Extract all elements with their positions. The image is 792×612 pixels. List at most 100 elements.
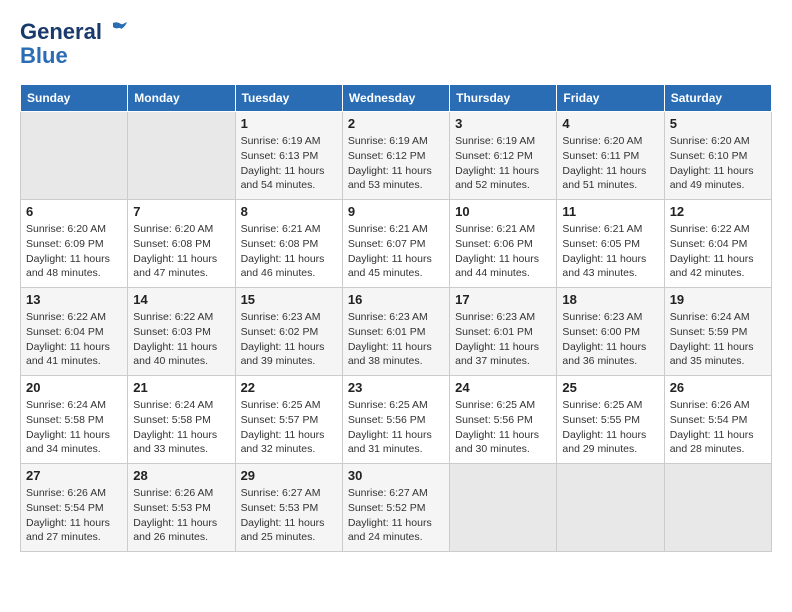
day-number: 28 xyxy=(133,468,229,483)
calendar-cell xyxy=(21,112,128,200)
calendar-cell: 18 Sunrise: 6:23 AM Sunset: 6:00 PM Dayli… xyxy=(557,288,664,376)
day-number: 11 xyxy=(562,204,658,219)
calendar-cell xyxy=(128,112,235,200)
calendar-cell: 25 Sunrise: 6:25 AM Sunset: 5:55 PM Dayli… xyxy=(557,376,664,464)
day-info: Sunrise: 6:27 AM Sunset: 5:52 PM Dayligh… xyxy=(348,486,444,545)
day-number: 10 xyxy=(455,204,551,219)
day-info: Sunrise: 6:19 AM Sunset: 6:13 PM Dayligh… xyxy=(241,134,337,193)
calendar-cell: 13 Sunrise: 6:22 AM Sunset: 6:04 PM Dayli… xyxy=(21,288,128,376)
day-info: Sunrise: 6:21 AM Sunset: 6:08 PM Dayligh… xyxy=(241,222,337,281)
day-number: 19 xyxy=(670,292,766,307)
calendar-cell: 19 Sunrise: 6:24 AM Sunset: 5:59 PM Dayli… xyxy=(664,288,771,376)
day-number: 26 xyxy=(670,380,766,395)
day-info: Sunrise: 6:24 AM Sunset: 5:58 PM Dayligh… xyxy=(26,398,122,457)
calendar-cell: 12Sunrise: 6:22 AM Sunset: 6:04 PM Dayli… xyxy=(664,200,771,288)
day-info: Sunrise: 6:20 AM Sunset: 6:10 PM Dayligh… xyxy=(670,134,766,193)
day-number: 30 xyxy=(348,468,444,483)
day-info: Sunrise: 6:26 AM Sunset: 5:54 PM Dayligh… xyxy=(26,486,122,545)
day-info: Sunrise: 6:25 AM Sunset: 5:56 PM Dayligh… xyxy=(348,398,444,457)
day-header-saturday: Saturday xyxy=(664,85,771,112)
logo: General Blue xyxy=(20,20,127,68)
calendar-cell: 14 Sunrise: 6:22 AM Sunset: 6:03 PM Dayli… xyxy=(128,288,235,376)
calendar-table: SundayMondayTuesdayWednesdayThursdayFrid… xyxy=(20,84,772,552)
day-info: Sunrise: 6:26 AM Sunset: 5:54 PM Dayligh… xyxy=(670,398,766,457)
day-info: Sunrise: 6:21 AM Sunset: 6:05 PM Dayligh… xyxy=(562,222,658,281)
calendar-cell: 27 Sunrise: 6:26 AM Sunset: 5:54 PM Dayli… xyxy=(21,464,128,552)
day-info: Sunrise: 6:24 AM Sunset: 5:59 PM Dayligh… xyxy=(670,310,766,369)
day-info: Sunrise: 6:22 AM Sunset: 6:04 PM Dayligh… xyxy=(26,310,122,369)
day-info: Sunrise: 6:22 AM Sunset: 6:04 PM Dayligh… xyxy=(670,222,766,281)
day-info: Sunrise: 6:19 AM Sunset: 6:12 PM Dayligh… xyxy=(455,134,551,193)
calendar-cell xyxy=(664,464,771,552)
day-number: 21 xyxy=(133,380,229,395)
calendar-cell: 11 Sunrise: 6:21 AM Sunset: 6:05 PM Dayli… xyxy=(557,200,664,288)
day-number: 2 xyxy=(348,116,444,131)
calendar-cell: 26 Sunrise: 6:26 AM Sunset: 5:54 PM Dayli… xyxy=(664,376,771,464)
logo-general: General xyxy=(20,20,127,44)
calendar-cell: 15 Sunrise: 6:23 AM Sunset: 6:02 PM Dayli… xyxy=(235,288,342,376)
calendar-cell: 1Sunrise: 6:19 AM Sunset: 6:13 PM Daylig… xyxy=(235,112,342,200)
calendar-cell: 28 Sunrise: 6:26 AM Sunset: 5:53 PM Dayli… xyxy=(128,464,235,552)
calendar-cell: 9 Sunrise: 6:21 AM Sunset: 6:07 PM Daylig… xyxy=(342,200,449,288)
calendar-cell: 10 Sunrise: 6:21 AM Sunset: 6:06 PM Dayli… xyxy=(450,200,557,288)
day-number: 14 xyxy=(133,292,229,307)
day-number: 9 xyxy=(348,204,444,219)
calendar-cell: 3Sunrise: 6:19 AM Sunset: 6:12 PM Daylig… xyxy=(450,112,557,200)
calendar-week-row: 13 Sunrise: 6:22 AM Sunset: 6:04 PM Dayli… xyxy=(21,288,772,376)
day-number: 13 xyxy=(26,292,122,307)
day-number: 23 xyxy=(348,380,444,395)
calendar-cell: 4 Sunrise: 6:20 AM Sunset: 6:11 PM Daylig… xyxy=(557,112,664,200)
day-info: Sunrise: 6:23 AM Sunset: 6:00 PM Dayligh… xyxy=(562,310,658,369)
day-number: 7 xyxy=(133,204,229,219)
day-number: 25 xyxy=(562,380,658,395)
logo-blue: Blue xyxy=(20,44,127,68)
day-number: 18 xyxy=(562,292,658,307)
logo-bird-icon xyxy=(105,21,127,39)
calendar-cell: 17 Sunrise: 6:23 AM Sunset: 6:01 PM Dayli… xyxy=(450,288,557,376)
day-number: 17 xyxy=(455,292,551,307)
day-header-sunday: Sunday xyxy=(21,85,128,112)
day-info: Sunrise: 6:20 AM Sunset: 6:11 PM Dayligh… xyxy=(562,134,658,193)
day-number: 5 xyxy=(670,116,766,131)
day-info: Sunrise: 6:20 AM Sunset: 6:09 PM Dayligh… xyxy=(26,222,122,281)
day-info: Sunrise: 6:25 AM Sunset: 5:56 PM Dayligh… xyxy=(455,398,551,457)
day-info: Sunrise: 6:23 AM Sunset: 6:01 PM Dayligh… xyxy=(455,310,551,369)
page-header: General Blue xyxy=(20,20,772,68)
day-number: 15 xyxy=(241,292,337,307)
calendar-week-row: 27 Sunrise: 6:26 AM Sunset: 5:54 PM Dayli… xyxy=(21,464,772,552)
day-info: Sunrise: 6:19 AM Sunset: 6:12 PM Dayligh… xyxy=(348,134,444,193)
calendar-cell: 8 Sunrise: 6:21 AM Sunset: 6:08 PM Daylig… xyxy=(235,200,342,288)
day-header-friday: Friday xyxy=(557,85,664,112)
day-info: Sunrise: 6:20 AM Sunset: 6:08 PM Dayligh… xyxy=(133,222,229,281)
day-header-monday: Monday xyxy=(128,85,235,112)
day-info: Sunrise: 6:26 AM Sunset: 5:53 PM Dayligh… xyxy=(133,486,229,545)
day-number: 24 xyxy=(455,380,551,395)
calendar-cell xyxy=(450,464,557,552)
day-info: Sunrise: 6:23 AM Sunset: 6:01 PM Dayligh… xyxy=(348,310,444,369)
day-info: Sunrise: 6:21 AM Sunset: 6:06 PM Dayligh… xyxy=(455,222,551,281)
day-info: Sunrise: 6:27 AM Sunset: 5:53 PM Dayligh… xyxy=(241,486,337,545)
calendar-cell xyxy=(557,464,664,552)
calendar-cell: 21 Sunrise: 6:24 AM Sunset: 5:58 PM Dayli… xyxy=(128,376,235,464)
day-header-wednesday: Wednesday xyxy=(342,85,449,112)
day-header-thursday: Thursday xyxy=(450,85,557,112)
calendar-cell: 6 Sunrise: 6:20 AM Sunset: 6:09 PM Daylig… xyxy=(21,200,128,288)
day-number: 4 xyxy=(562,116,658,131)
day-number: 8 xyxy=(241,204,337,219)
day-info: Sunrise: 6:25 AM Sunset: 5:55 PM Dayligh… xyxy=(562,398,658,457)
day-info: Sunrise: 6:24 AM Sunset: 5:58 PM Dayligh… xyxy=(133,398,229,457)
day-info: Sunrise: 6:22 AM Sunset: 6:03 PM Dayligh… xyxy=(133,310,229,369)
calendar-cell: 2 Sunrise: 6:19 AM Sunset: 6:12 PM Daylig… xyxy=(342,112,449,200)
calendar-cell: 29Sunrise: 6:27 AM Sunset: 5:53 PM Dayli… xyxy=(235,464,342,552)
day-info: Sunrise: 6:25 AM Sunset: 5:57 PM Dayligh… xyxy=(241,398,337,457)
calendar-cell: 7 Sunrise: 6:20 AM Sunset: 6:08 PM Daylig… xyxy=(128,200,235,288)
day-number: 6 xyxy=(26,204,122,219)
calendar-week-row: 20Sunrise: 6:24 AM Sunset: 5:58 PM Dayli… xyxy=(21,376,772,464)
day-info: Sunrise: 6:21 AM Sunset: 6:07 PM Dayligh… xyxy=(348,222,444,281)
day-info: Sunrise: 6:23 AM Sunset: 6:02 PM Dayligh… xyxy=(241,310,337,369)
day-number: 27 xyxy=(26,468,122,483)
calendar-week-row: 6 Sunrise: 6:20 AM Sunset: 6:09 PM Daylig… xyxy=(21,200,772,288)
calendar-cell: 23 Sunrise: 6:25 AM Sunset: 5:56 PM Dayli… xyxy=(342,376,449,464)
calendar-cell: 16Sunrise: 6:23 AM Sunset: 6:01 PM Dayli… xyxy=(342,288,449,376)
calendar-cell: 24 Sunrise: 6:25 AM Sunset: 5:56 PM Dayli… xyxy=(450,376,557,464)
